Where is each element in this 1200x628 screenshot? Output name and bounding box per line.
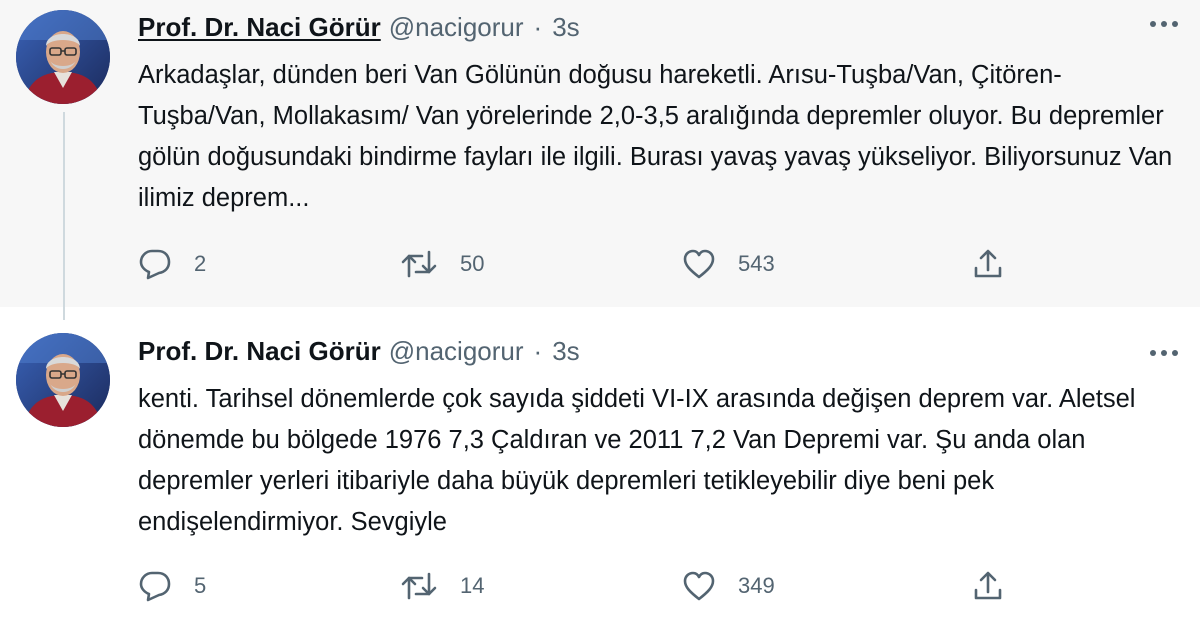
retweet-icon — [400, 248, 438, 280]
tweet-header: Prof. Dr. Naci Görür @nacigorur · 3s — [138, 10, 580, 44]
more-options-icon[interactable] — [1144, 341, 1184, 365]
avatar[interactable] — [16, 10, 110, 104]
like-count: 349 — [738, 573, 775, 598]
thread-connector-line — [63, 112, 65, 320]
tweet-header: Prof. Dr. Naci Görür @nacigorur · 3s — [138, 334, 580, 368]
reply-icon — [138, 570, 172, 602]
avatar[interactable] — [16, 333, 110, 427]
retweet-button[interactable]: 50 — [400, 244, 484, 284]
author-handle[interactable]: @nacigorur — [389, 12, 524, 43]
reply-button[interactable]: 5 — [138, 566, 206, 606]
retweet-icon — [400, 570, 438, 602]
tweet[interactable]: Prof. Dr. Naci Görür @nacigorur · 3s Ark… — [0, 0, 1200, 307]
more-options-icon[interactable] — [1144, 12, 1184, 36]
retweet-button[interactable]: 14 — [400, 566, 484, 606]
share-button[interactable] — [972, 566, 1004, 606]
tweet-actions: 2 50 543 — [138, 244, 1038, 284]
like-count: 543 — [738, 251, 775, 276]
retweet-count: 50 — [460, 251, 485, 276]
like-button[interactable]: 543 — [682, 244, 775, 284]
timestamp[interactable]: 3s — [552, 12, 579, 43]
author-name[interactable]: Prof. Dr. Naci Görür — [138, 12, 381, 43]
reply-count: 2 — [194, 251, 207, 276]
share-button[interactable] — [972, 244, 1004, 284]
retweet-count: 14 — [460, 573, 485, 598]
tweet-actions: 5 14 349 — [138, 566, 1038, 606]
heart-icon — [682, 570, 716, 602]
reply-button[interactable]: 2 — [138, 244, 206, 284]
reply-icon — [138, 248, 172, 280]
reply-count: 5 — [194, 573, 207, 598]
timestamp[interactable]: 3s — [552, 336, 579, 367]
tweet-text: kenti. Tarihsel dönemlerde çok sayıda şi… — [138, 385, 1136, 536]
author-handle[interactable]: @nacigorur — [389, 336, 524, 367]
tweet-thread: Prof. Dr. Naci Görür @nacigorur · 3s Ark… — [0, 0, 1200, 628]
share-icon — [972, 570, 1004, 602]
share-icon — [972, 248, 1004, 280]
like-button[interactable]: 349 — [682, 566, 775, 606]
heart-icon — [682, 248, 716, 280]
separator-dot: · — [533, 335, 543, 366]
separator-dot: · — [533, 11, 543, 42]
tweet-text: Arkadaşlar, dünden beri Van Gölünün doğu… — [138, 61, 1173, 212]
author-name[interactable]: Prof. Dr. Naci Görür — [138, 336, 381, 367]
tweet[interactable]: Prof. Dr. Naci Görür @nacigorur · 3s ken… — [0, 307, 1200, 628]
